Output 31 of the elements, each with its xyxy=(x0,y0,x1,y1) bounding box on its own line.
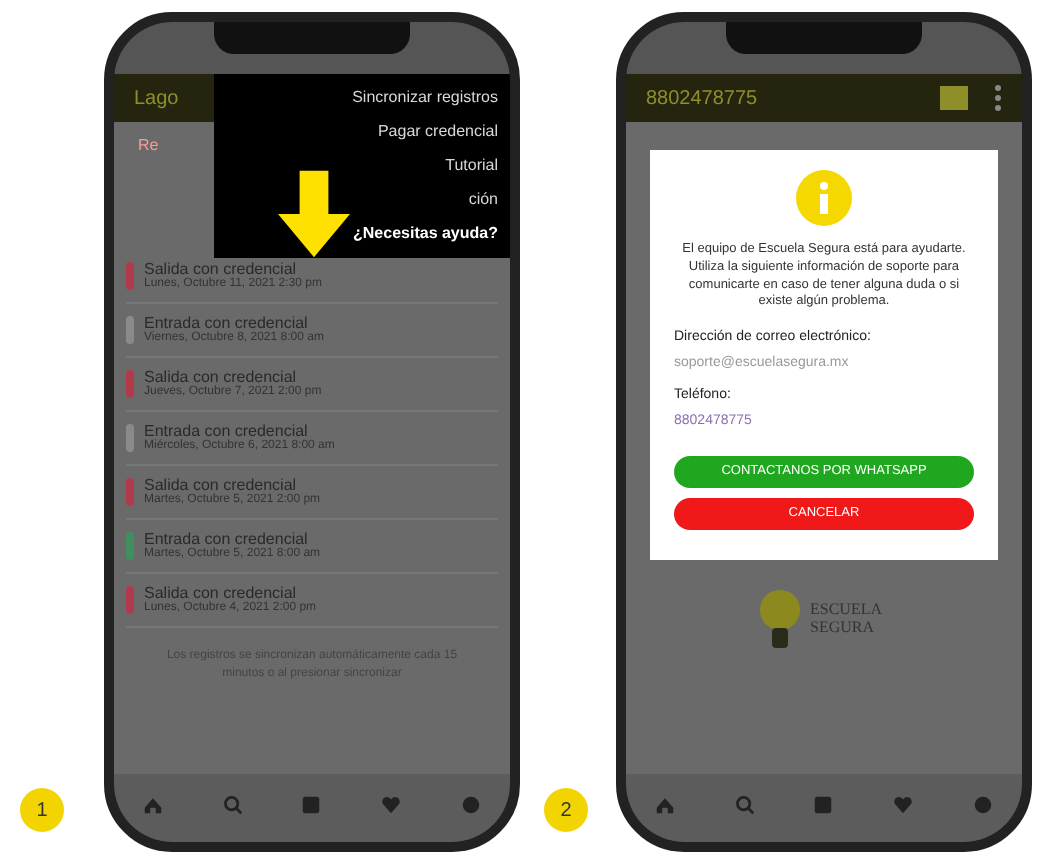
menu-item[interactable]: Sincronizar registros xyxy=(352,86,498,110)
section-label: Re xyxy=(136,134,161,158)
more-icon[interactable] xyxy=(994,84,1002,112)
menu-item[interactable]: ¿Necesitas ayuda? xyxy=(353,222,498,246)
record-title: Salida con credencial xyxy=(144,367,297,386)
square-icon[interactable] xyxy=(812,793,835,815)
circle-icon[interactable] xyxy=(971,793,994,815)
step-badge: 2 xyxy=(544,788,588,832)
record-title: Salida con credencial xyxy=(144,259,297,278)
info-icon xyxy=(796,170,852,226)
record-title: Entrada con credencial xyxy=(144,529,310,548)
menu-item[interactable]: Pagar credencial xyxy=(377,120,498,144)
app-title: Lago xyxy=(134,85,179,113)
square-icon[interactable] xyxy=(300,793,323,815)
menu-item[interactable]: ción xyxy=(468,188,498,212)
search-icon[interactable] xyxy=(221,793,244,815)
lightbulb-icon xyxy=(758,588,802,653)
record-title: Entrada con credencial xyxy=(144,421,308,440)
record-title: Entrada con credencial xyxy=(144,313,310,332)
app-title: 8802478775 xyxy=(646,85,758,113)
down-arrow-icon xyxy=(278,170,350,258)
record-title: Salida con credencial xyxy=(144,583,299,602)
heart-icon[interactable] xyxy=(380,793,403,815)
menu-item[interactable]: Tutorial xyxy=(445,154,498,178)
step-badge: 1 xyxy=(20,788,64,832)
home-icon[interactable] xyxy=(654,793,677,815)
home-icon[interactable] xyxy=(142,793,165,815)
record-title: Salida con credencial xyxy=(144,475,297,494)
heart-icon[interactable] xyxy=(892,793,915,815)
search-icon[interactable] xyxy=(733,793,756,815)
circle-icon[interactable] xyxy=(459,793,482,815)
